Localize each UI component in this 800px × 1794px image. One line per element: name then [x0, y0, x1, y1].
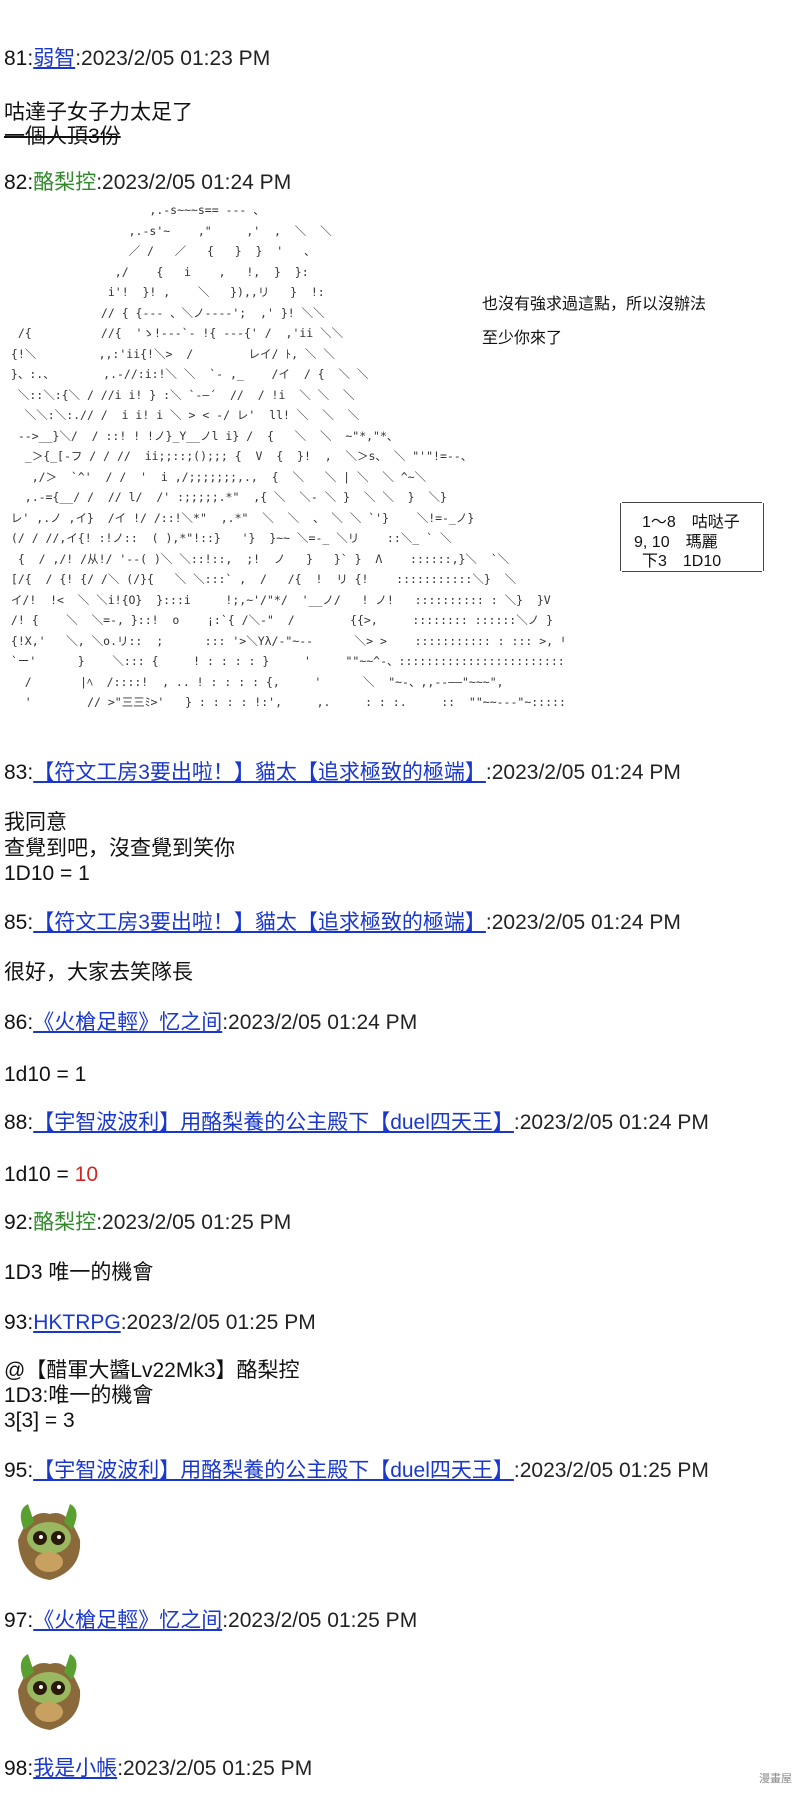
post-timestamp: :2023/2/05 01:25 PM: [96, 1211, 292, 1234]
post-header-95: 95:【宇智波波利】用酪梨養的公主殿下【duel四天王】:2023/2/05 0…: [4, 1458, 709, 1484]
post-number: 82:: [4, 171, 34, 194]
post-number: 92:: [4, 1211, 34, 1234]
post-header-97: 97:《火槍足輕》忆之间:2023/2/05 01:25 PM: [4, 1608, 417, 1634]
poster-name-link[interactable]: 我是小帳: [33, 1757, 117, 1780]
post-body-line: 很好，大家去笑隊長: [4, 961, 193, 984]
dice-expression: 1d10 =: [4, 1163, 75, 1186]
post-body-line: 我同意: [4, 811, 67, 834]
poster-name-link[interactable]: 《火槍足輕》忆之间: [33, 1011, 222, 1034]
dice-result-line: 1d10 = 10: [4, 1162, 98, 1188]
post-header-92: 92:酪梨控:2023/2/05 01:25 PM: [4, 1210, 291, 1236]
post-body-line: 1d10 = 1: [4, 1063, 87, 1086]
post-body-line: @【醋軍大醬Lv22Mk3】酪梨控: [4, 1359, 300, 1382]
post-body-line: 1D3:唯一的機會: [4, 1384, 154, 1407]
roll-option: 1～8 咕哒子: [642, 514, 740, 531]
post-number: 97:: [4, 1609, 34, 1632]
post-timestamp: :2023/2/05 01:25 PM: [117, 1757, 313, 1780]
post-timestamp: :2023/2/05 01:25 PM: [222, 1609, 418, 1632]
dice-roll-table: 1～8 咕哒子 9, 10 瑪麗 下3 1D10: [620, 502, 764, 572]
post-timestamp: :2023/2/05 01:24 PM: [485, 761, 681, 784]
poster-name-link[interactable]: 《火槍足輕》忆之间: [33, 1609, 222, 1632]
site-watermark: 漫畫屋: [759, 1773, 792, 1785]
ascii-art-illustration: ,.-s~~~s== ‐‐- 、 ,.-s'~ ," ,' , ＼ ＼ ／ / …: [10, 203, 564, 709]
poster-name: 酪梨控: [33, 171, 97, 194]
post-body-line: 咕達子女子力太足了: [4, 101, 193, 124]
post-number: 86:: [4, 1011, 34, 1034]
post-body-line: 1D10 = 1: [4, 862, 90, 885]
dice-result-highlight: 10: [74, 1163, 99, 1186]
roll-option: 9, 10 瑪麗: [634, 534, 718, 551]
poster-name-link[interactable]: 【符文工房3要出啦！】貓太【追求極致的極端】: [33, 761, 486, 784]
post-timestamp: :2023/2/05 01:24 PM: [513, 1111, 709, 1134]
post-timestamp: :2023/2/05 01:24 PM: [485, 911, 681, 934]
poster-name-link[interactable]: 【符文工房3要出啦！】貓太【追求極致的極端】: [33, 911, 486, 934]
post-number: 81:: [4, 47, 34, 70]
post-number: 93:: [4, 1311, 34, 1334]
post-body-line: 查覺到吧，沒查覺到笑你: [4, 837, 235, 860]
poster-name: 酪梨控: [33, 1211, 97, 1234]
bracket-right: [753, 503, 764, 571]
poster-name-link[interactable]: HKTRPG: [33, 1311, 121, 1334]
post-body-strikethrough: 一個人頂3份: [4, 125, 121, 148]
ascii-art-caption: 至少你來了: [482, 330, 563, 347]
lemur-sticker-image: [10, 1500, 88, 1582]
post-header-85: 85:【符文工房3要出啦！】貓太【追求極致的極端】:2023/2/05 01:2…: [4, 910, 681, 936]
poster-name-link[interactable]: 弱智: [33, 47, 75, 70]
bracket-left: [620, 503, 631, 571]
post-header-88: 88:【宇智波波利】用酪梨養的公主殿下【duel四天王】:2023/2/05 0…: [4, 1110, 709, 1136]
roll-option: 下3 1D10: [642, 553, 722, 570]
post-header-82: 82:酪梨控:2023/2/05 01:24 PM: [4, 170, 291, 196]
post-number: 98:: [4, 1757, 34, 1780]
post-header-98: 98:我是小帳:2023/2/05 01:25 PM: [4, 1756, 312, 1782]
post-number: 83:: [4, 761, 34, 784]
lemur-sticker-image: [10, 1650, 88, 1732]
post-body-line: 3[3] = 3: [4, 1409, 75, 1432]
post-number: 95:: [4, 1459, 34, 1482]
post-number: 88:: [4, 1111, 34, 1134]
ascii-art-caption: 也沒有強求過這點，所以沒辦法: [482, 296, 707, 313]
post-header-93: 93:HKTRPG:2023/2/05 01:25 PM: [4, 1310, 316, 1336]
post-header-83: 83:【符文工房3要出啦！】貓太【追求極致的極端】:2023/2/05 01:2…: [4, 760, 681, 786]
post-header-86: 86:《火槍足輕》忆之间:2023/2/05 01:24 PM: [4, 1010, 417, 1036]
poster-name-link[interactable]: 【宇智波波利】用酪梨養的公主殿下【duel四天王】: [33, 1111, 514, 1134]
post-timestamp: :2023/2/05 01:25 PM: [513, 1459, 709, 1482]
poster-name-link[interactable]: 【宇智波波利】用酪梨養的公主殿下【duel四天王】: [33, 1459, 514, 1482]
post-timestamp: :2023/2/05 01:24 PM: [96, 171, 292, 194]
post-timestamp: :2023/2/05 01:24 PM: [222, 1011, 418, 1034]
post-timestamp: :2023/2/05 01:25 PM: [120, 1311, 316, 1334]
post-number: 85:: [4, 911, 34, 934]
post-body-line: 1D3 唯一的機會: [4, 1261, 154, 1284]
post-header-81: 81:弱智:2023/2/05 01:23 PM: [4, 46, 270, 72]
post-timestamp: :2023/2/05 01:23 PM: [75, 47, 271, 70]
